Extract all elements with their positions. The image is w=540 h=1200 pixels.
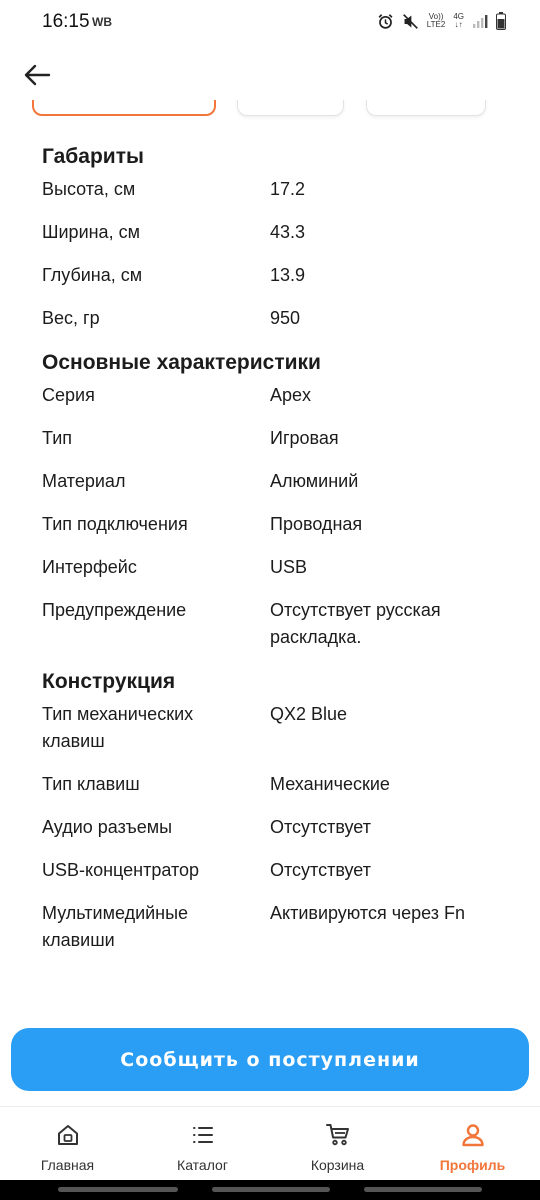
back-button[interactable] [22,60,52,90]
spec-key: Тип клавиш [42,774,140,794]
spec-row: Высота, см 17.2 [42,176,502,203]
spec-row: Предупреждение Отсутствует русская раскла… [42,597,502,651]
spec-row: Тип подключения Проводная [42,511,502,538]
spec-row: Мультимедийные клавиши Активируются через… [42,900,502,954]
spec-row: Интерфейс USB [42,554,502,581]
spec-key: Аудио разъемы [42,817,173,837]
spec-key: Интерфейс [42,557,137,577]
spec-row: Тип Игровая [42,425,502,452]
system-back-handle[interactable] [58,1187,178,1192]
nav-item-catalog[interactable]: Каталог [135,1107,270,1180]
network-icon: 4G ↓↑ [453,13,464,29]
nav-label: Главная [40,1157,95,1173]
spec-key: Вес, гр [42,308,100,328]
spec-value: 17.2 [270,179,306,199]
spec-key: Предупреждение [42,600,187,620]
spec-value: Алюминий [270,471,359,491]
home-icon [54,1121,82,1149]
spec-key: Тип механических клавиш [42,704,194,751]
specs-section-main: Основные характеристики Серия Apex Тип Игр… [42,348,502,651]
status-bar: 16:15 WB Vo)) LTE2 4G ↓↑ [0,0,540,46]
spec-key: Высота, см [42,179,136,199]
system-nav-bar [0,1180,540,1200]
specs-content: Габариты Высота, см 17.2 Ширина, см 43.3 Г… [42,142,502,970]
cart-icon [324,1121,352,1149]
spec-value: Отсутствует [270,817,371,837]
spec-row: Ширина, см 43.3 [42,219,502,246]
spec-row: Вес, гр 950 [42,305,502,332]
spec-row: Аудио разъемы Отсутствует [42,814,502,841]
spec-value: USB [270,557,308,577]
spec-row: Серия Apex [42,382,502,409]
spec-key: Глубина, см [42,265,143,285]
nav-item-profile[interactable]: Профиль [405,1107,540,1180]
spec-key: Материал [42,471,126,491]
arrow-left-icon [24,64,51,86]
battery-icon [496,12,506,30]
notify-arrival-button[interactable]: Сообщить о поступлении [11,1028,529,1091]
network-arrows: ↓↑ [454,20,463,29]
nav-item-cart[interactable]: Корзина [270,1107,405,1180]
spec-row: USB-концентратор Отсутствует [42,857,502,884]
spec-value: Отсутствует [270,860,371,880]
bottom-nav: Главная Каталог Корзина Профиль [0,1106,540,1180]
nav-label: Профиль [439,1157,506,1173]
variant-tab-selected[interactable] [32,100,216,116]
specs-section-dimensions: Габариты Высота, см 17.2 Ширина, см 43.3 Г… [42,142,502,332]
mute-icon [402,13,419,30]
section-title: Габариты [42,145,144,168]
alarm-icon [377,13,394,30]
spec-key: Тип подключения [42,514,188,534]
spec-value: Игровая [270,428,339,448]
spec-value: 43.3 [270,222,306,242]
spec-value: QX2 Blue [270,704,348,724]
spec-key: Мультимедийные клавиши [42,903,189,950]
system-recents-handle[interactable] [364,1187,482,1192]
spec-key: Серия [42,385,95,405]
system-home-handle[interactable] [212,1187,330,1192]
spec-value: Проводная [270,514,363,534]
status-icons: Vo)) LTE2 4G ↓↑ [377,12,506,30]
spec-value: 13.9 [270,265,306,285]
variant-tab[interactable] [237,100,344,116]
catalog-icon [189,1121,217,1149]
spec-value: Отсутствует русская раскладка. [270,600,441,647]
carrier-badge: WB [92,15,112,29]
spec-key: Тип [42,428,73,448]
nav-label: Корзина [310,1157,365,1173]
spec-value: Активируются через Fn [270,903,465,923]
volte-bottom-label: LTE2 [426,20,446,29]
variant-tabs [0,100,540,120]
nav-item-home[interactable]: Главная [0,1107,135,1180]
spec-row: Тип механических клавиш QX2 Blue [42,701,502,755]
variant-tab[interactable] [366,100,486,116]
header [0,50,540,100]
nav-label: Каталог [177,1157,228,1173]
spec-row: Глубина, см 13.9 [42,262,502,289]
spec-row: Тип клавиш Механические [42,771,502,798]
section-title: Конструкция [42,670,176,693]
spec-key: USB-концентратор [42,860,200,880]
specs-section-construction: Конструкция Тип механических клавиш QX2 B… [42,667,502,954]
signal-icon [472,13,488,29]
spec-key: Ширина, см [42,222,140,242]
spec-row: Материал Алюминий [42,468,502,495]
section-title: Основные характеристики [42,351,321,374]
spec-value: Механические [270,774,390,794]
spec-value: Apex [270,385,312,405]
volte-icon: Vo)) LTE2 [427,13,446,29]
profile-icon [459,1121,487,1149]
status-time: 16:15 [42,11,90,32]
spec-value: 950 [270,308,301,328]
